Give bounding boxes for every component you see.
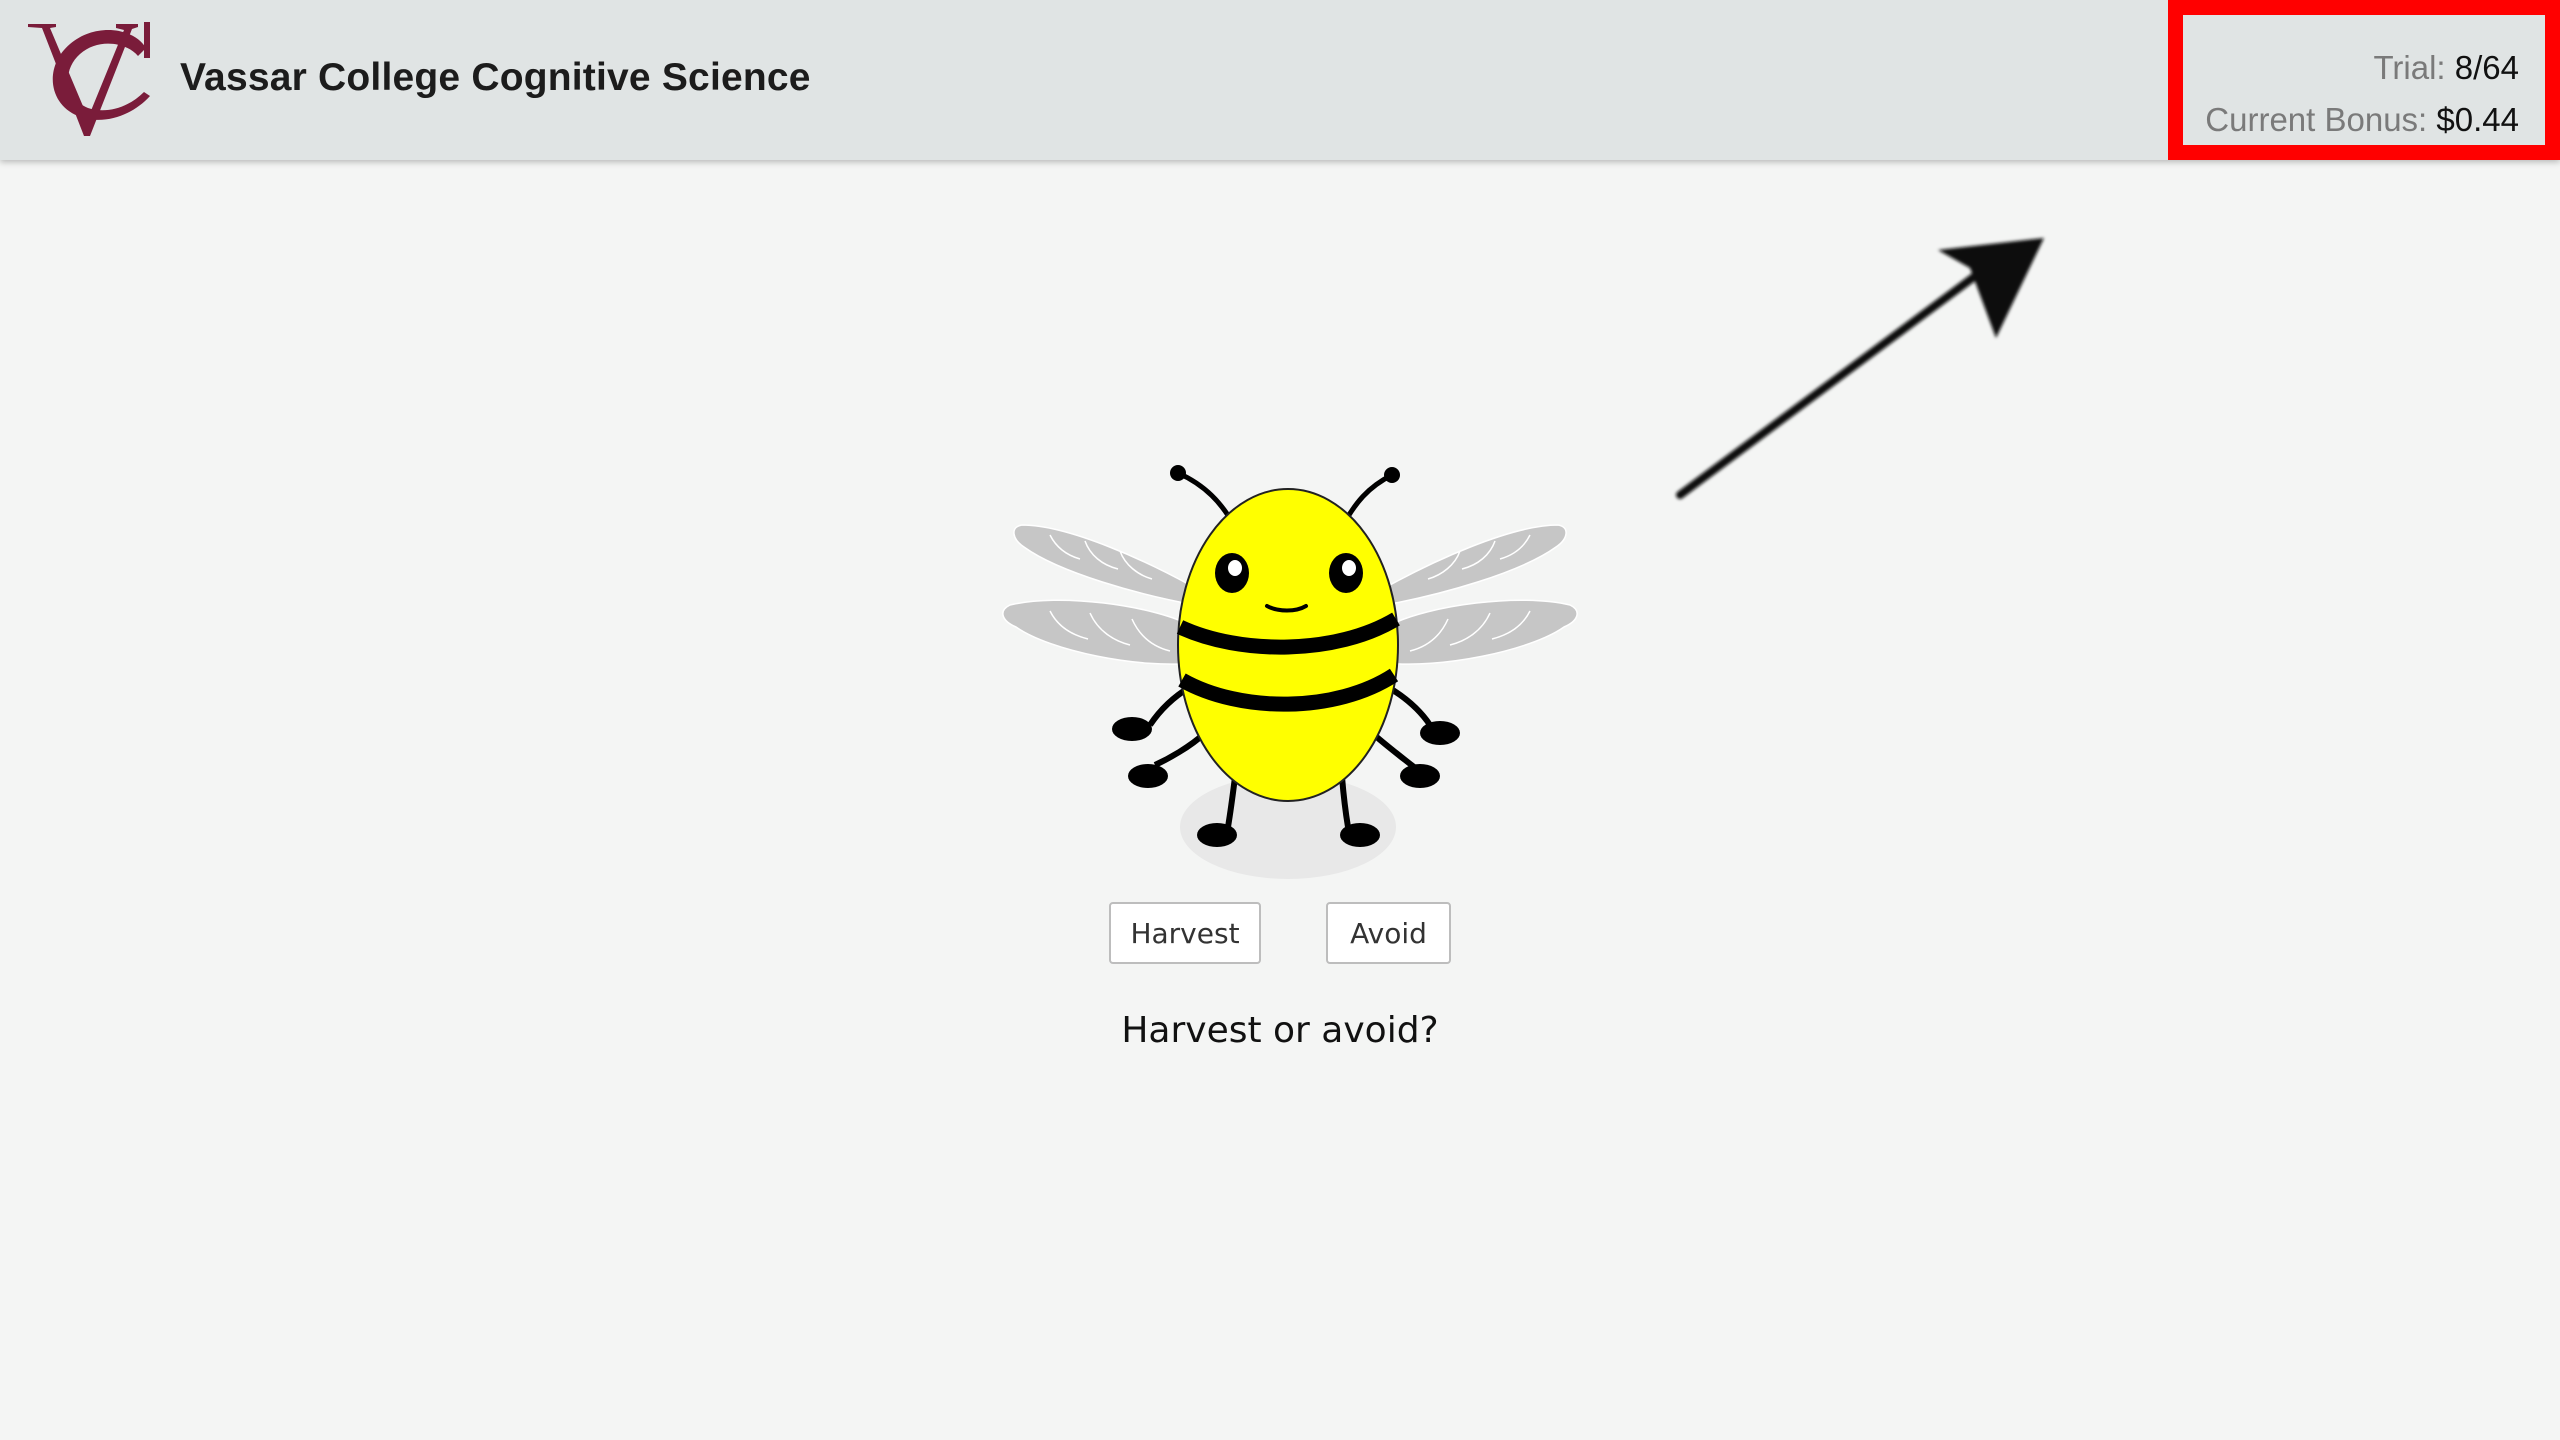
bonus-value: $0.44 xyxy=(2436,101,2519,138)
bonus-label: Current Bonus: xyxy=(2205,101,2428,138)
trial-label: Trial: xyxy=(2373,49,2446,86)
harvest-button[interactable]: Harvest xyxy=(1109,902,1261,964)
site-title: Vassar College Cognitive Science xyxy=(180,56,811,99)
site-header: Vassar College Cognitive Science Trial: … xyxy=(0,0,2560,160)
bee-icon xyxy=(1002,465,1578,879)
trial-counter: Trial: 8/64 xyxy=(2373,49,2519,87)
arrow-up-right-icon xyxy=(1676,238,2044,499)
status-panel: Trial: 8/64 Current Bonus: $0.44 xyxy=(2168,0,2560,160)
avoid-button[interactable]: Avoid xyxy=(1326,902,1451,964)
trial-value: 8/64 xyxy=(2454,49,2519,86)
vassar-vc-logo-icon xyxy=(28,22,150,136)
question-prompt: Harvest or avoid? xyxy=(1121,1010,1439,1051)
bonus-counter: Current Bonus: $0.44 xyxy=(2205,101,2519,139)
